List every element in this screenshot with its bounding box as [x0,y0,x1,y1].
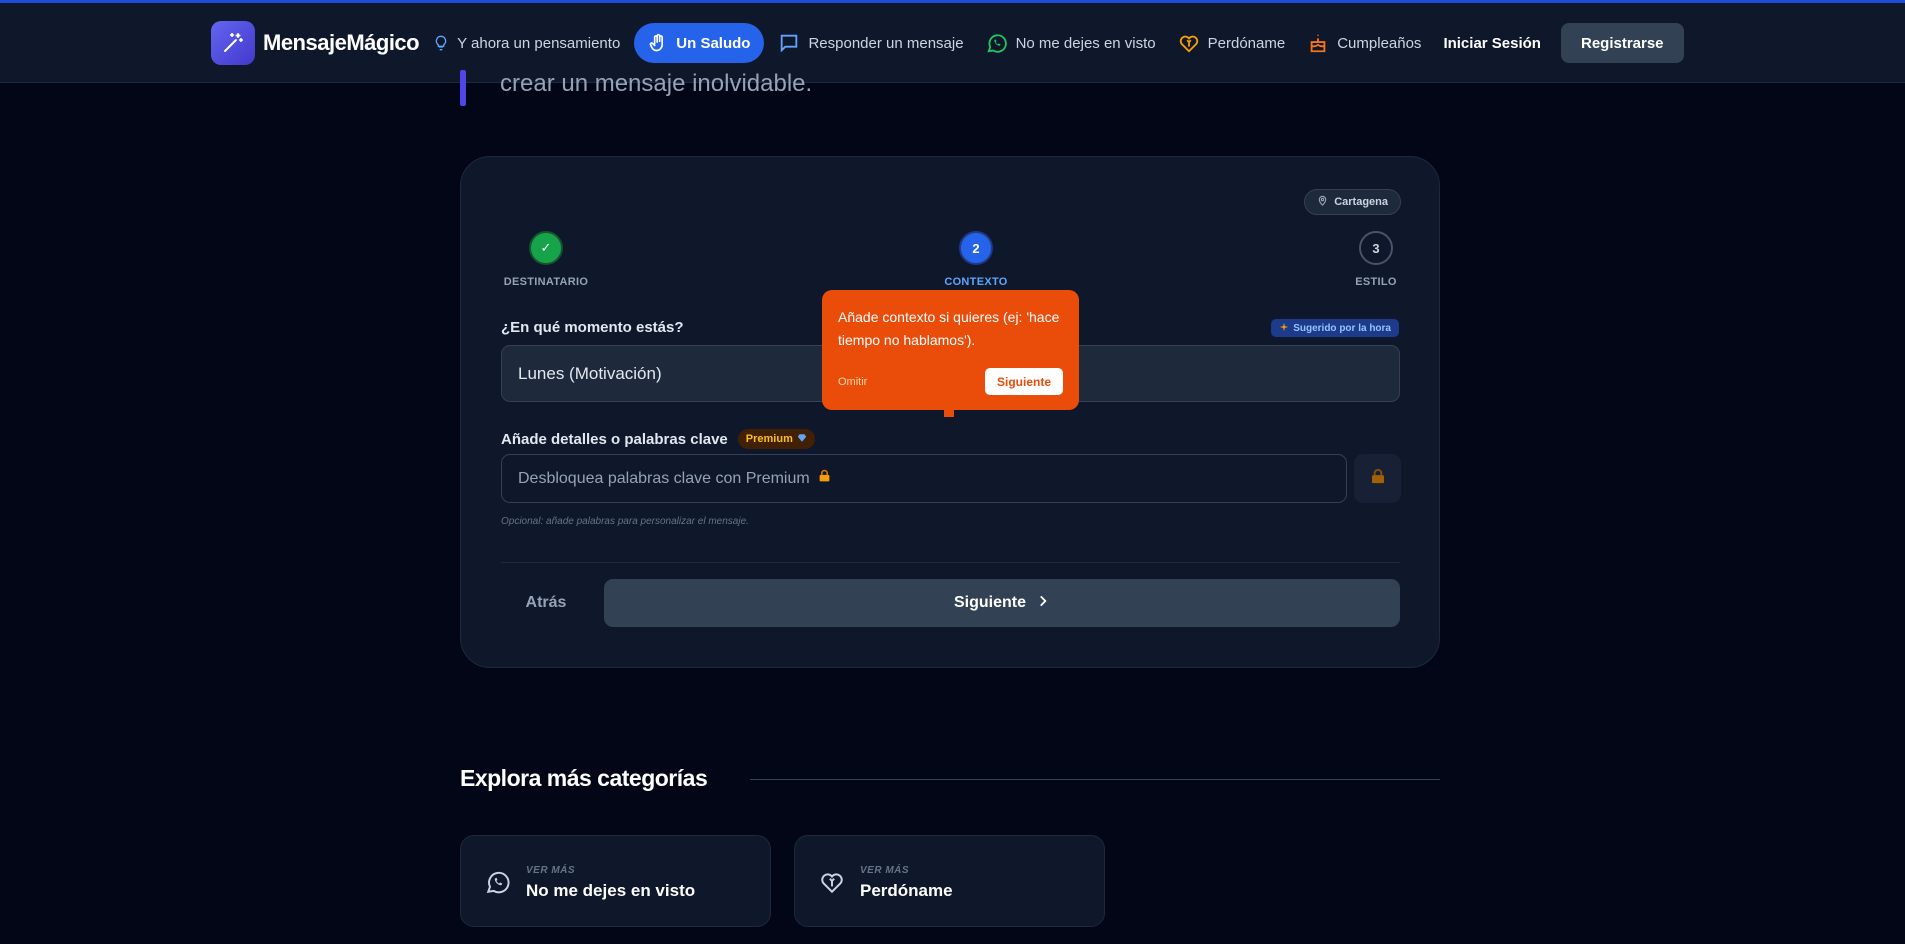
step-indicator: 2 [959,231,993,265]
category-title: Perdóname [860,881,953,900]
category-eyebrow: VER MÁS [526,865,576,876]
login-link[interactable]: Iniciar Sesión [1443,35,1541,52]
chat-bubble-icon [778,32,800,54]
sparkle-icon [1279,322,1289,335]
premium-label: Premium [745,433,793,445]
keywords-label-row: Añade detalles o palabras clave Premium [501,429,815,449]
magic-wand-icon[interactable] [211,21,255,65]
hand-wave-icon [648,33,668,53]
step-destinatario[interactable]: ✓ DESTINATARIO [491,231,601,288]
next-label: Siguiente [953,594,1026,611]
suggested-badge: Sugerido por la hora [1271,319,1399,337]
nav-item-label: Cumpleaños [1337,34,1422,52]
divider [501,562,1400,563]
keywords-label: Añade detalles o palabras clave [501,430,728,448]
category-card-perdoname[interactable]: VER MÁS Perdóname [794,835,1105,927]
nav-item-label: Responder un mensaje [808,34,964,52]
step-estilo[interactable]: 3 ESTILO [1321,231,1431,288]
tooltip-next-button[interactable]: Siguiente [984,368,1063,395]
whatsapp-icon [986,32,1008,54]
lightbulb-icon [433,35,449,51]
step-label: ESTILO [1355,276,1397,288]
nav-item-cumpleanos[interactable]: Cumpleaños [1307,23,1421,63]
register-button[interactable]: Registrarse [1560,23,1684,63]
nav-item-responder[interactable]: Responder un mensaje [778,23,964,63]
next-button[interactable]: Siguiente [604,579,1400,627]
nav-item-label: Perdóname [1207,34,1286,52]
nav-item-label: Un Saludo [676,34,751,52]
nav-item-saludo[interactable]: Un Saludo [634,23,765,63]
lock-icon [1370,468,1386,490]
lock-icon [818,469,831,488]
step-label: DESTINATARIO [503,276,589,288]
nav-item-perdoname[interactable]: Perdóname [1178,23,1286,63]
diamond-icon [797,433,807,446]
heart-bandage-icon [819,869,845,900]
step-label: CONTEXTO [944,276,1008,288]
nav-item-label: No me dejes en visto [1015,34,1156,52]
location-badge[interactable]: Cartagena [1304,189,1401,215]
brand-name[interactable]: MensajeMágico [263,30,420,56]
back-button[interactable]: Atrás [501,579,591,627]
category-card-visto[interactable]: VER MÁS No me dejes en visto [460,835,771,927]
nav-item-label: Y ahora un pensamiento [457,34,621,52]
keywords-input[interactable]: Desbloquea palabras clave con Premium [501,454,1347,503]
location-label: Cartagena [1334,196,1388,208]
location-pin-icon [1317,195,1328,209]
category-eyebrow: VER MÁS [860,865,910,876]
step-indicator: 3 [1359,231,1393,265]
cake-icon [1307,32,1329,54]
intro-accent-bar [460,70,466,106]
nav-item-pensamiento[interactable]: Y ahora un pensamiento [433,23,620,63]
explore-divider [750,779,1440,780]
step-indicator: ✓ [529,231,563,265]
keywords-placeholder: Desbloquea palabras clave con Premium [518,469,810,487]
top-navigation: MensajeMágico Y ahora un pensamiento Un … [0,3,1905,83]
step-contexto[interactable]: 2 CONTEXTO [921,231,1031,288]
suggested-label: Sugerido por la hora [1293,322,1391,334]
explore-heading: Explora más categorías [460,765,708,791]
heart-bandage-icon [1178,32,1200,54]
chevron-right-icon [1036,594,1050,613]
onboarding-tooltip: Añade contexto si quieres (ej: 'hace tie… [822,290,1079,417]
tooltip-pointer [944,409,954,417]
premium-badge[interactable]: Premium [737,429,815,449]
unlock-premium-button[interactable] [1354,454,1401,503]
moment-label: ¿En qué momento estás? [501,319,684,336]
keywords-hint: Opcional: añade palabras para personaliz… [501,516,749,527]
tooltip-text: Añade contexto si quieres (ej: 'hace tie… [838,309,1060,348]
whatsapp-icon [485,869,511,900]
intro-text: crear un mensaje inolvidable. [500,70,813,97]
skip-tour-button[interactable]: Omitir [838,376,867,388]
nav-item-visto[interactable]: No me dejes en visto [986,23,1156,63]
category-title: No me dejes en visto [526,881,696,900]
